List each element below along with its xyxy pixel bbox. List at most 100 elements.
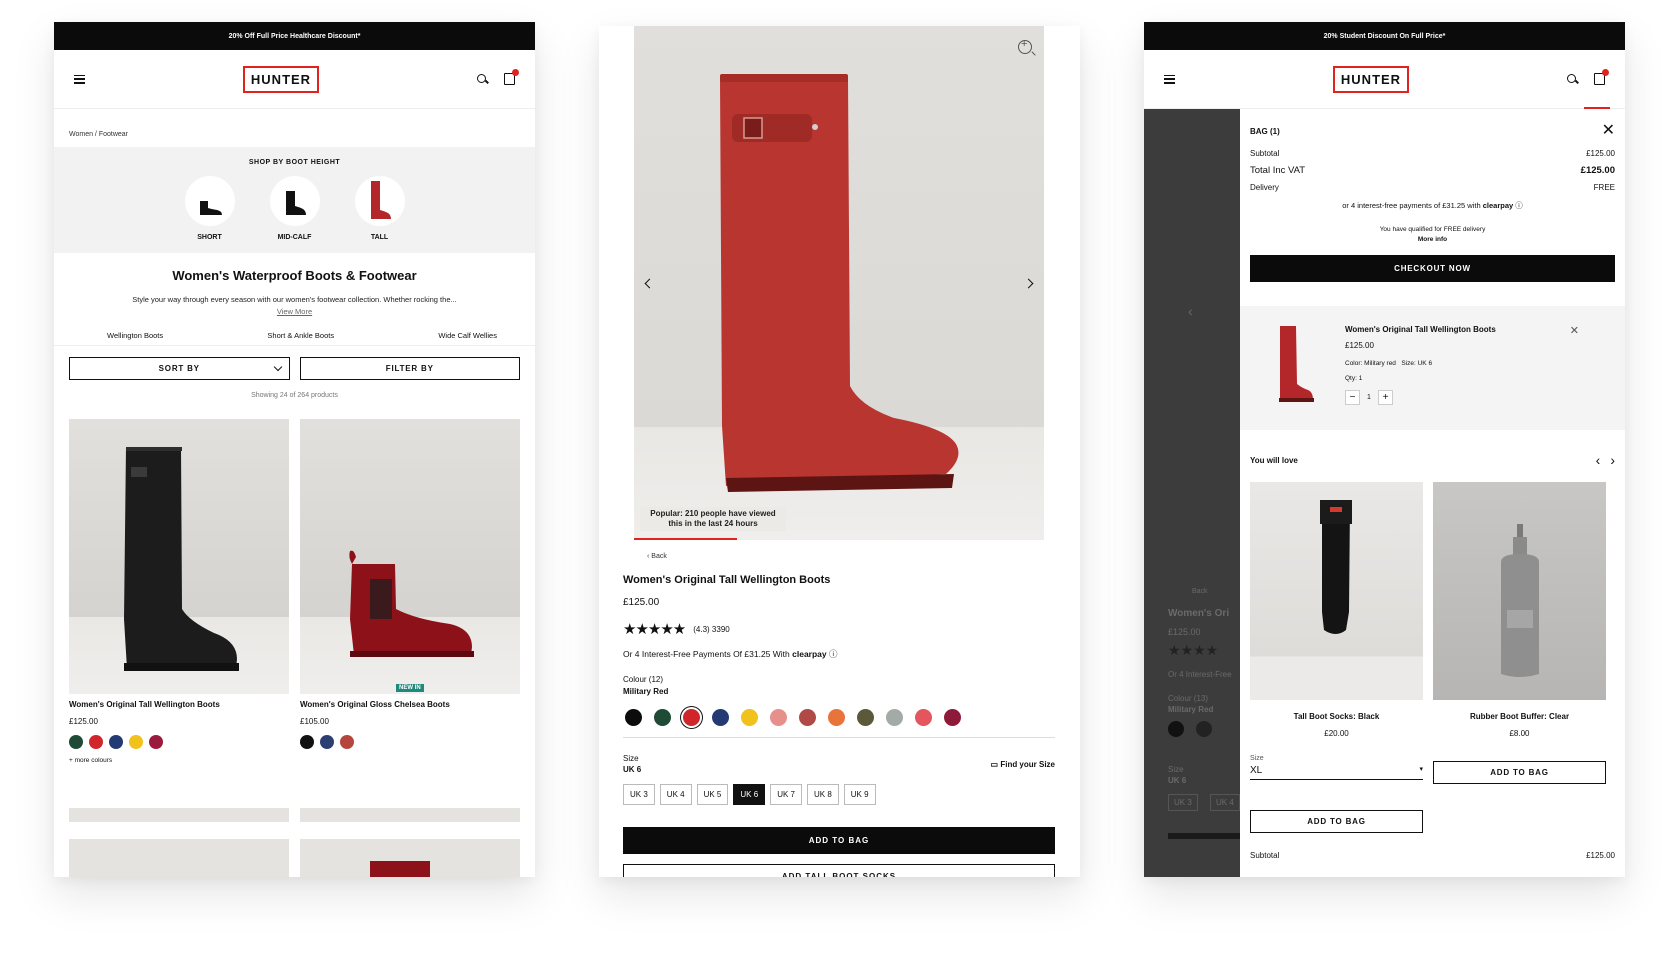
category-title: Women's Waterproof Boots & Footwear — [172, 268, 417, 283]
menu-icon[interactable] — [74, 74, 85, 84]
hunter-logo[interactable]: HUNTER — [1332, 65, 1410, 93]
zoom-icon[interactable] — [1018, 38, 1032, 54]
subcategory-wide-calf[interactable]: Wide Calf Wellies — [438, 331, 497, 340]
product-name[interactable]: Women's Original Tall Wellington Boots — [69, 700, 289, 709]
find-size-link[interactable]: ▭ Find your Size — [991, 760, 1055, 769]
colour-swatch[interactable] — [770, 709, 787, 726]
ruler-icon: ▭ — [990, 760, 1001, 769]
colour-swatch[interactable] — [712, 709, 729, 726]
swatch-yellow[interactable] — [129, 735, 143, 749]
boot-height-short[interactable]: SHORT — [184, 176, 235, 241]
colour-swatch[interactable] — [915, 709, 932, 726]
product-gallery[interactable]: Popular: 210 people have viewed this in … — [634, 26, 1044, 540]
back-link[interactable]: ‹ Back — [647, 553, 667, 560]
swatch-black[interactable] — [300, 735, 314, 749]
search-icon[interactable] — [476, 73, 488, 85]
rec-add-to-bag-button[interactable]: ADD TO BAG — [1250, 810, 1423, 833]
colour-swatch[interactable] — [944, 709, 961, 726]
colour-swatch[interactable] — [857, 709, 874, 726]
colour-swatch[interactable] — [886, 709, 903, 726]
product-name[interactable]: Women's Original Gloss Chelsea Boots — [300, 700, 520, 709]
size-chip[interactable]: UK 3 — [623, 784, 655, 805]
ghost-colour-value: Military Red — [1168, 705, 1214, 714]
ghost-size-chip: UK 4 — [1210, 794, 1240, 811]
page-overlay[interactable]: ‹ Back Women's Ori £125.00 ★★★★ Or 4 Int… — [1144, 109, 1248, 877]
swatch-rust[interactable] — [340, 735, 354, 749]
menu-icon[interactable] — [1164, 74, 1175, 84]
breadcrumb[interactable]: Women / Footwear — [54, 109, 535, 147]
bag-icon[interactable] — [1593, 69, 1609, 85]
carousel-next-icon[interactable]: › — [1610, 452, 1615, 468]
swatch-navy[interactable] — [320, 735, 334, 749]
rec-image[interactable] — [1250, 482, 1423, 700]
product-card[interactable]: Women's Original Tall Wellington Boots £… — [69, 419, 289, 764]
showcase-stage: 20% Off Full Price Healthcare Discount* … — [0, 0, 1679, 964]
promo-banner[interactable]: 20% Off Full Price Healthcare Discount* — [54, 22, 535, 50]
bag-badge — [511, 69, 519, 76]
clearpay-logo: clearpay — [1482, 201, 1514, 210]
mid-calf-boot-icon — [285, 191, 306, 215]
rec-name[interactable]: Tall Boot Socks: Black — [1250, 712, 1423, 721]
boot-height-mid-calf[interactable]: MID-CALF — [269, 176, 320, 241]
subtotal-label: Subtotal — [1250, 149, 1280, 158]
checkout-now-button[interactable]: CHECKOUT NOW — [1250, 255, 1615, 282]
rec-size-select[interactable]: Size XL ▾ — [1250, 755, 1423, 784]
promo-banner[interactable]: 20% Student Discount On Full Price* — [1144, 22, 1625, 50]
delivery-row: Delivery FREE — [1240, 183, 1625, 192]
bag-item-image[interactable] — [1274, 324, 1314, 404]
carousel-prev-icon[interactable]: ‹ — [1596, 452, 1601, 468]
rec-name[interactable]: Rubber Boot Buffer: Clear — [1433, 712, 1606, 721]
size-chip[interactable]: UK 7 — [770, 784, 802, 805]
colour-swatch[interactable] — [741, 709, 758, 726]
size-chip[interactable]: UK 6 — [733, 784, 766, 805]
size-chip[interactable]: UK 8 — [806, 784, 839, 805]
increase-qty-button[interactable]: + — [1378, 390, 1393, 405]
bag-item-name[interactable]: Women's Original Tall Wellington Boots — [1345, 325, 1496, 334]
product-card[interactable]: NEW IN Women's Original Gloss Chelsea Bo… — [300, 419, 520, 764]
size-chip[interactable]: UK 5 — [696, 784, 729, 805]
rec-price: £8.00 — [1509, 729, 1530, 738]
rec-image[interactable] — [1433, 482, 1606, 700]
subcategory-short-ankle[interactable]: Short & Ankle Boots — [267, 331, 334, 340]
more-colours-link[interactable]: + more colours — [69, 757, 289, 764]
swatch-berry[interactable] — [149, 735, 163, 749]
size-chip[interactable]: UK 4 — [659, 784, 692, 805]
subcategory-wellington[interactable]: Wellington Boots — [107, 331, 163, 340]
bottom-subtotal-row: Subtotal £125.00 — [1240, 851, 1625, 860]
colour-swatch[interactable] — [654, 709, 671, 726]
recommendation-card[interactable]: Rubber Boot Buffer: Clear £8.00 — [1433, 482, 1606, 738]
hunter-logo[interactable]: HUNTER — [242, 65, 320, 93]
popularity-notice: Popular: 210 people have viewed this in … — [640, 507, 786, 531]
rating-row[interactable]: ★★★★★ (4.3) 3390 — [623, 620, 1055, 638]
swatch-red[interactable] — [89, 735, 103, 749]
filter-by-button[interactable]: FILTER BY — [299, 357, 520, 380]
colour-swatch[interactable] — [625, 709, 642, 726]
rubber-boot-buffer-image — [1501, 524, 1539, 677]
boot-height-tall[interactable]: TALL — [354, 176, 405, 241]
view-more-link[interactable]: View More — [54, 307, 535, 316]
add-to-bag-button[interactable]: ADD TO BAG — [623, 827, 1055, 854]
review-count[interactable]: (4.3) 3390 — [693, 625, 729, 634]
colour-swatch[interactable] — [683, 709, 700, 726]
bag-icon[interactable] — [503, 69, 519, 85]
remove-item-icon[interactable]: ✕ — [1570, 324, 1579, 337]
size-chip[interactable]: UK 9 — [843, 784, 876, 805]
product-placeholder — [300, 839, 520, 877]
rec-add-to-bag-button[interactable]: ADD TO BAG — [1433, 761, 1606, 784]
decrease-qty-button[interactable]: − — [1345, 390, 1360, 405]
colour-swatch[interactable] — [799, 709, 816, 726]
close-icon[interactable]: ✕ — [1602, 123, 1615, 139]
more-info-link[interactable]: More info — [1240, 235, 1625, 245]
recommendation-card[interactable]: Tall Boot Socks: Black £20.00 — [1250, 482, 1423, 738]
swatch-navy[interactable] — [109, 735, 123, 749]
ghost-swatch — [1196, 721, 1212, 737]
search-icon[interactable] — [1566, 73, 1578, 85]
product-image[interactable]: NEW IN — [300, 419, 520, 694]
product-image[interactable] — [69, 419, 289, 694]
swatch-green[interactable] — [69, 735, 83, 749]
add-tall-boot-socks-button[interactable]: ADD TALL BOOT SOCKS — [623, 864, 1055, 877]
info-icon[interactable]: ⓘ — [829, 649, 838, 659]
sort-by-dropdown[interactable]: SORT BY — [69, 357, 290, 380]
colour-swatch[interactable] — [828, 709, 845, 726]
info-icon[interactable]: ⓘ — [1515, 201, 1523, 210]
